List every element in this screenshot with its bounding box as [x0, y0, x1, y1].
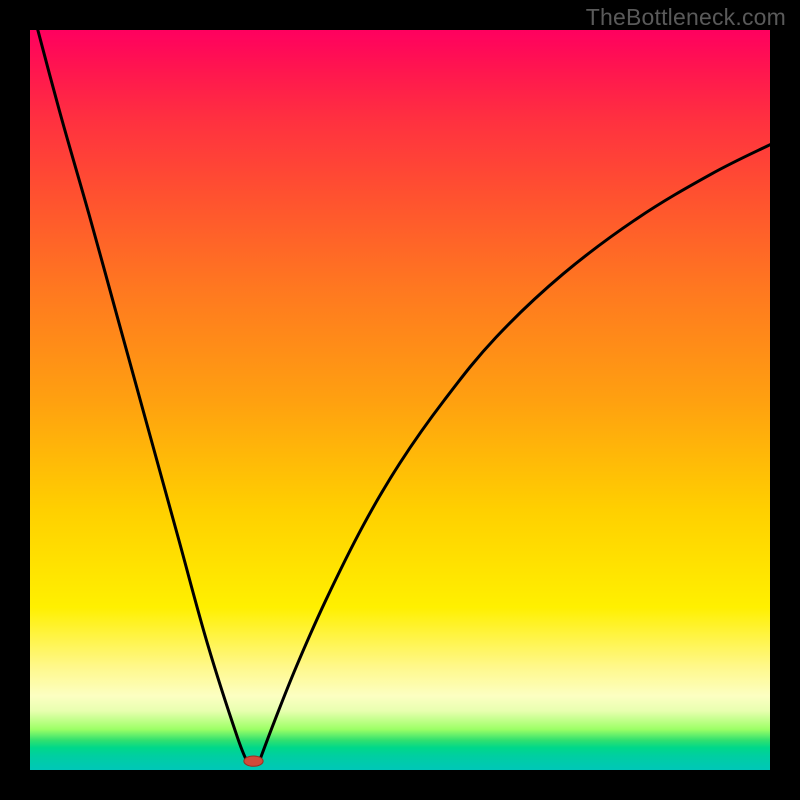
- curve-left-branch: [30, 30, 248, 764]
- chart-frame: TheBottleneck.com: [0, 0, 800, 800]
- curve-svg: [30, 30, 770, 770]
- plot-area: [30, 30, 770, 770]
- curve-right-branch: [259, 145, 770, 761]
- minimum-marker: [244, 756, 263, 766]
- watermark-text: TheBottleneck.com: [586, 4, 786, 31]
